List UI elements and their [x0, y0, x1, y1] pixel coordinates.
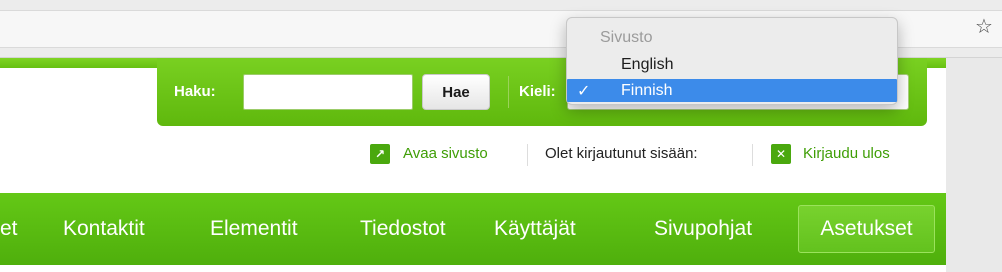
- language-label: Kieli:: [519, 83, 556, 100]
- divider: [508, 76, 509, 108]
- logged-in-text: Olet kirjautunut sisään:: [545, 145, 698, 162]
- star-icon[interactable]: ☆: [972, 14, 996, 38]
- search-button[interactable]: Hae: [422, 74, 490, 110]
- search-label: Haku:: [174, 83, 216, 100]
- menu-group-label: Sivusto: [600, 29, 653, 46]
- page-gutter: [946, 58, 1002, 272]
- search-input[interactable]: [243, 74, 413, 110]
- nav-item-elementit[interactable]: Elementit: [210, 193, 298, 265]
- nav-item-kayttajat[interactable]: Käyttäjät: [494, 193, 576, 265]
- nav-item-kontaktit[interactable]: Kontaktit: [63, 193, 145, 265]
- nav-item-asetukset[interactable]: Asetukset: [798, 205, 935, 253]
- action-row: ↗ Avaa sivusto Olet kirjautunut sisään: …: [0, 144, 946, 174]
- menu-item-label: Finnish: [621, 82, 673, 99]
- open-site-link[interactable]: Avaa sivusto: [403, 144, 488, 164]
- open-external-icon[interactable]: ↗: [370, 144, 390, 164]
- main-nav: et Kontaktit Elementit Tiedostot Käyttäj…: [0, 193, 946, 265]
- separator: [527, 144, 528, 166]
- nav-item-truncated[interactable]: et: [0, 193, 18, 265]
- nav-item-sivupohjat[interactable]: Sivupohjat: [654, 193, 752, 265]
- logout-link[interactable]: Kirjaudu ulos: [803, 144, 890, 164]
- close-icon[interactable]: ✕: [771, 144, 791, 164]
- menu-item-english[interactable]: English: [567, 53, 897, 76]
- nav-item-label: Asetukset: [820, 217, 913, 240]
- separator: [752, 144, 753, 166]
- nav-item-tiedostot[interactable]: Tiedostot: [360, 193, 446, 265]
- checkmark-icon: ✓: [577, 81, 591, 100]
- menu-item-label: English: [621, 56, 674, 73]
- menu-item-finnish[interactable]: ✓ Finnish: [567, 79, 897, 102]
- language-dropdown-menu: Sivusto English ✓ Finnish: [566, 17, 898, 105]
